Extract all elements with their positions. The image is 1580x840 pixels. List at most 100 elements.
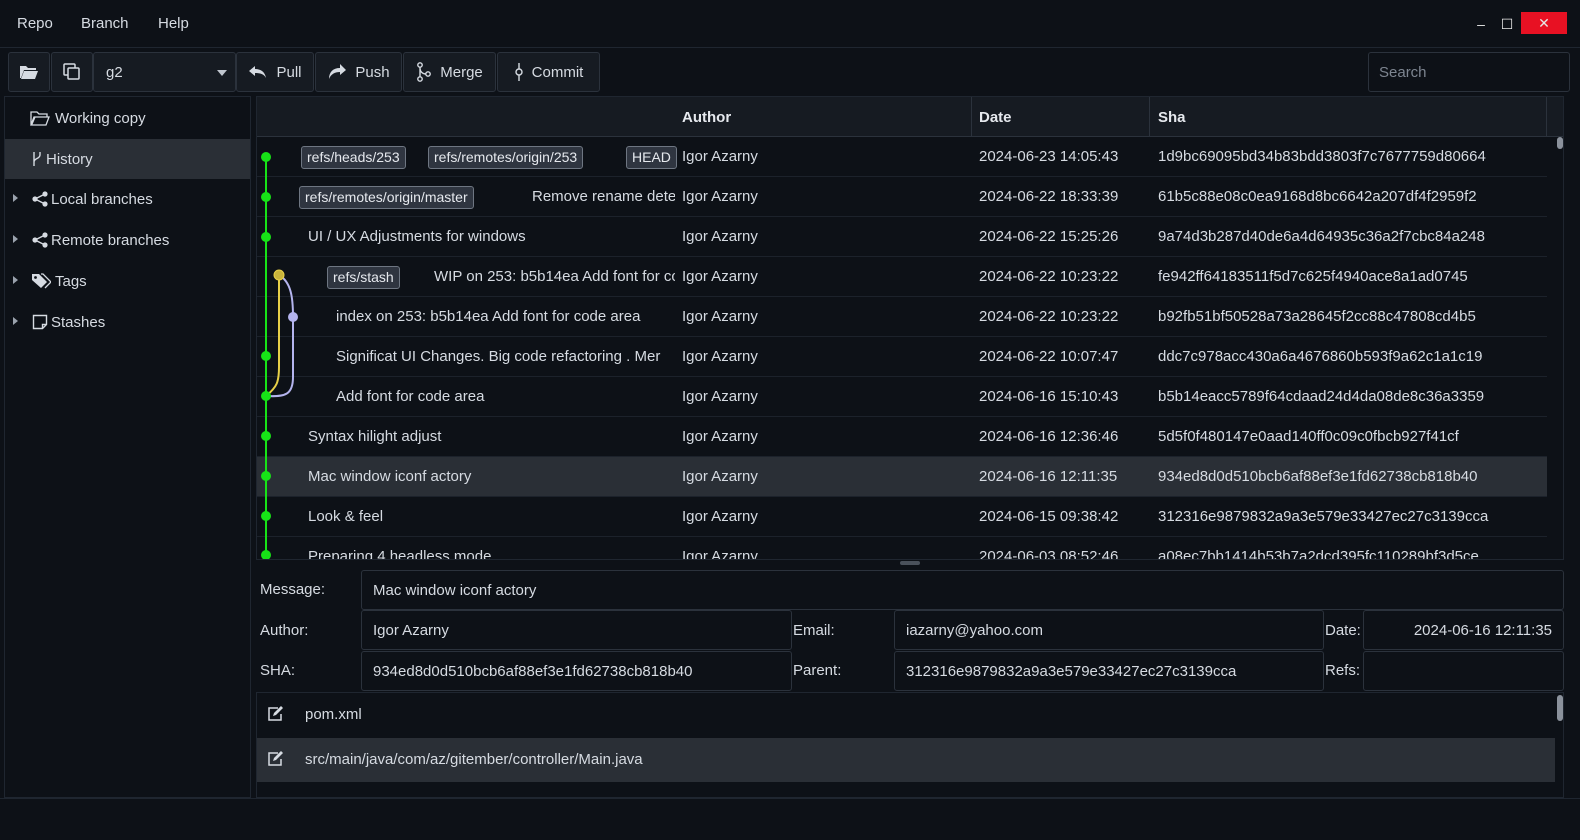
chevron-right-icon[interactable] (13, 194, 18, 202)
commit-node[interactable] (261, 192, 271, 202)
menu-branch[interactable]: Branch (81, 15, 129, 32)
author-label: Author: (260, 622, 309, 639)
search-input[interactable] (1368, 52, 1570, 92)
pull-icon (249, 66, 267, 78)
sha-label: SHA: (260, 662, 296, 679)
sidebar-item-local-branches[interactable]: Local branches (5, 179, 250, 219)
sha-field[interactable]: 934ed8d0d510bcb6af88ef3e1fd62738cb818b40 (361, 651, 792, 691)
commit-node[interactable] (288, 312, 298, 322)
commit-node[interactable] (261, 471, 271, 481)
history-row[interactable]: refs/stash WIP on 253: b5b14ea Add font f… (257, 257, 1547, 297)
refs-field[interactable] (1363, 651, 1564, 691)
commit-message: Add font for code area (336, 388, 485, 405)
push-button[interactable]: Push (315, 52, 402, 92)
history-row[interactable]: Add font for code area Igor Azarny 2024-06… (257, 377, 1547, 417)
author-field[interactable]: Igor Azarny (361, 610, 792, 650)
close-button[interactable]: ✕ (1521, 12, 1567, 34)
commit-date: 2024-06-22 10:23:22 (979, 308, 1119, 325)
chevron-right-icon[interactable] (13, 276, 18, 284)
commit-node[interactable] (261, 351, 271, 361)
history-row[interactable]: refs/heads/253 refs/remotes/origin/253 HEA… (257, 137, 1547, 177)
column-divider[interactable] (971, 97, 972, 137)
email-field[interactable]: iazarny@yahoo.com (894, 610, 1324, 650)
sidebar-item-label: Remote branches (51, 232, 170, 249)
file-path: pom.xml (305, 706, 362, 723)
history-header: Author Date Sha (257, 97, 1563, 137)
ref-tag: refs/remotes/origin/253 (428, 146, 584, 169)
ref-tag: refs/stash (327, 266, 400, 289)
commit-node[interactable] (261, 391, 271, 401)
column-author[interactable]: Author (682, 109, 731, 126)
chevron-right-icon[interactable] (13, 235, 18, 243)
sidebar-item-label: Tags (55, 273, 87, 290)
commit-node[interactable] (273, 269, 285, 281)
commit-message: Significat UI Changes. Big code refactor… (336, 348, 661, 365)
graph-stash-line (265, 275, 280, 397)
status-bar (0, 798, 1580, 840)
file-row[interactable]: pom.xml (257, 693, 1555, 737)
commit-node[interactable] (261, 550, 271, 560)
commit-author: Igor Azarny (682, 468, 758, 485)
column-sha[interactable]: Sha (1158, 109, 1186, 126)
commit-node[interactable] (261, 511, 271, 521)
sidebar-item-working-copy[interactable]: Working copy (5, 98, 250, 138)
clone-repo-button[interactable] (51, 52, 93, 92)
column-divider[interactable] (1149, 97, 1150, 137)
toolbar: g2 Pull Push Merge Commit (0, 48, 1580, 96)
sidebar-item-tags[interactable]: Tags (5, 261, 250, 301)
history-row[interactable]: refs/remotes/origin/master Remove rename … (257, 177, 1547, 217)
date-field[interactable]: 2024-06-16 12:11:35 (1363, 610, 1564, 650)
history-row[interactable]: Look & feel Igor Azarny 2024-06-15 09:38:4… (257, 497, 1547, 537)
commit-node[interactable] (261, 431, 271, 441)
pull-button[interactable]: Pull (236, 52, 314, 92)
commit-date: 2024-06-22 10:23:22 (979, 268, 1119, 285)
commit-message: Look & feel (308, 508, 384, 525)
push-label: Push (355, 63, 390, 81)
menu-help[interactable]: Help (158, 15, 189, 32)
sidebar-item-history[interactable]: History (5, 139, 250, 179)
commit-message: Mac window iconf actory (308, 468, 472, 485)
split-handle[interactable] (900, 561, 920, 565)
history-row[interactable]: Mac window iconf actory Igor Azarny 2024-0… (257, 457, 1547, 497)
file-row[interactable]: src/main/java/com/az/gitember/controller… (257, 738, 1555, 782)
menu-repo[interactable]: Repo (17, 15, 53, 32)
sidebar-item-remote-branches[interactable]: Remote branches (5, 220, 250, 260)
merge-button[interactable]: Merge (403, 52, 496, 92)
commit-sha: a08ec7bb1414b53b7a2dcd395fc110289bf3d5ce (1158, 548, 1479, 560)
commit-sha: 312316e9879832a9a3e579e33427ec27c3139cca (1158, 508, 1489, 525)
open-repo-button[interactable] (8, 52, 50, 92)
merge-label: Merge (440, 63, 483, 81)
commit-author: Igor Azarny (682, 428, 758, 445)
history-row[interactable]: Syntax hilight adjust Igor Azarny 2024-06-… (257, 417, 1547, 457)
files-scrollbar[interactable] (1557, 695, 1563, 721)
commit-author: Igor Azarny (682, 388, 758, 405)
branch-select[interactable]: g2 (93, 52, 236, 92)
commit-button[interactable]: Commit (497, 52, 600, 92)
column-divider[interactable] (1546, 97, 1547, 137)
commit-node[interactable] (261, 232, 271, 242)
history-scrollbar[interactable] (1557, 137, 1563, 149)
branch-select-value: g2 (106, 64, 123, 81)
commit-message: WIP on 253: b5b14ea Add font for cc (434, 268, 675, 285)
commit-icon (514, 63, 523, 81)
sidebar-item-stashes[interactable]: Stashes (5, 302, 250, 342)
commit-author: Igor Azarny (682, 148, 758, 165)
parent-field[interactable]: 312316e9879832a9a3e579e33427ec27c3139cca (894, 651, 1324, 691)
commit-sha: 1d9bc69095bd34b83bdd3803f7c7677759d80664 (1158, 148, 1486, 165)
edit-icon (267, 751, 285, 771)
message-field[interactable]: Mac window iconf actory (361, 570, 1564, 610)
column-date[interactable]: Date (979, 109, 1012, 126)
chevron-right-icon[interactable] (13, 317, 18, 325)
commit-message: Remove rename detect (532, 188, 675, 205)
commit-author: Igor Azarny (682, 308, 758, 325)
commit-date: 2024-06-16 12:36:46 (979, 428, 1119, 445)
commit-node[interactable] (261, 152, 271, 162)
commit-message: Preparing 4 headless mode (308, 548, 492, 560)
history-row[interactable]: Significat UI Changes. Big code refactor… (257, 337, 1547, 377)
file-row[interactable] (257, 783, 1555, 797)
ref-tag: refs/remotes/origin/master (299, 186, 474, 209)
history-row[interactable]: index on 253: b5b14ea Add font for code … (257, 297, 1547, 337)
history-row[interactable]: UI / UX Adjustments for windows Igor Azar… (257, 217, 1547, 257)
commit-date: 2024-06-23 14:05:43 (979, 148, 1119, 165)
history-row[interactable]: Preparing 4 headless mode Igor Azarny 2024… (257, 537, 1547, 560)
